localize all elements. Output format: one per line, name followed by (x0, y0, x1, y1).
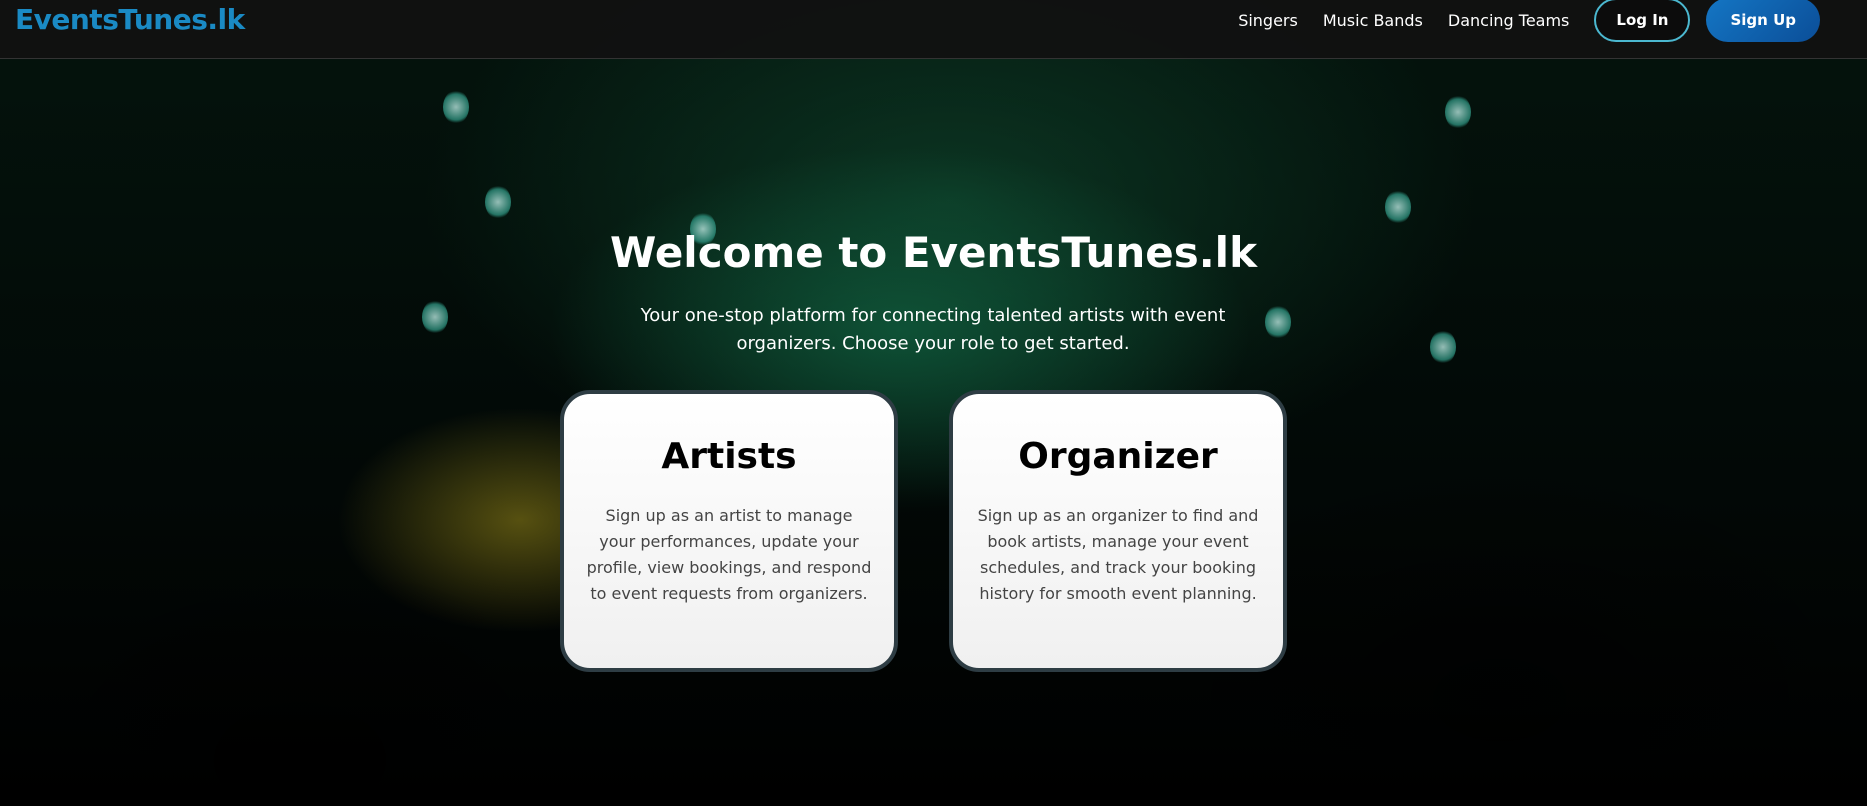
stage-light (1265, 305, 1291, 339)
card-description: Sign up as an organizer to find and book… (977, 506, 1259, 603)
login-button[interactable]: Log In (1594, 0, 1691, 42)
organizer-card[interactable]: Organizer Sign up as an organizer to fin… (949, 390, 1287, 672)
stage-light (422, 300, 448, 334)
stage-light (443, 90, 469, 124)
card-description: Sign up as an artist to manage your perf… (586, 506, 872, 603)
card-title: Artists (661, 436, 797, 477)
stage-light (1430, 330, 1456, 364)
page-title: Welcome to EventsTunes.lk (609, 228, 1258, 277)
nav-link-dancing-teams[interactable]: Dancing Teams (1448, 11, 1570, 30)
signup-button[interactable]: Sign Up (1706, 0, 1820, 42)
artists-card[interactable]: Artists Sign up as an artist to manage y… (560, 390, 898, 672)
hero-background (0, 0, 1867, 806)
stage-light (485, 185, 511, 219)
stage-light (1385, 190, 1411, 224)
card-title: Organizer (1018, 436, 1218, 477)
hero-subtitle: Your one-stop platform for connecting ta… (640, 305, 1226, 354)
stage-light (1445, 95, 1471, 129)
nav-link-singers[interactable]: Singers (1238, 11, 1298, 30)
navbar: EventsTunes.lk Singers Music Bands Danci… (0, 0, 1867, 59)
nav-link-music-bands[interactable]: Music Bands (1323, 11, 1423, 30)
logo[interactable]: EventsTunes.lk (15, 3, 245, 36)
